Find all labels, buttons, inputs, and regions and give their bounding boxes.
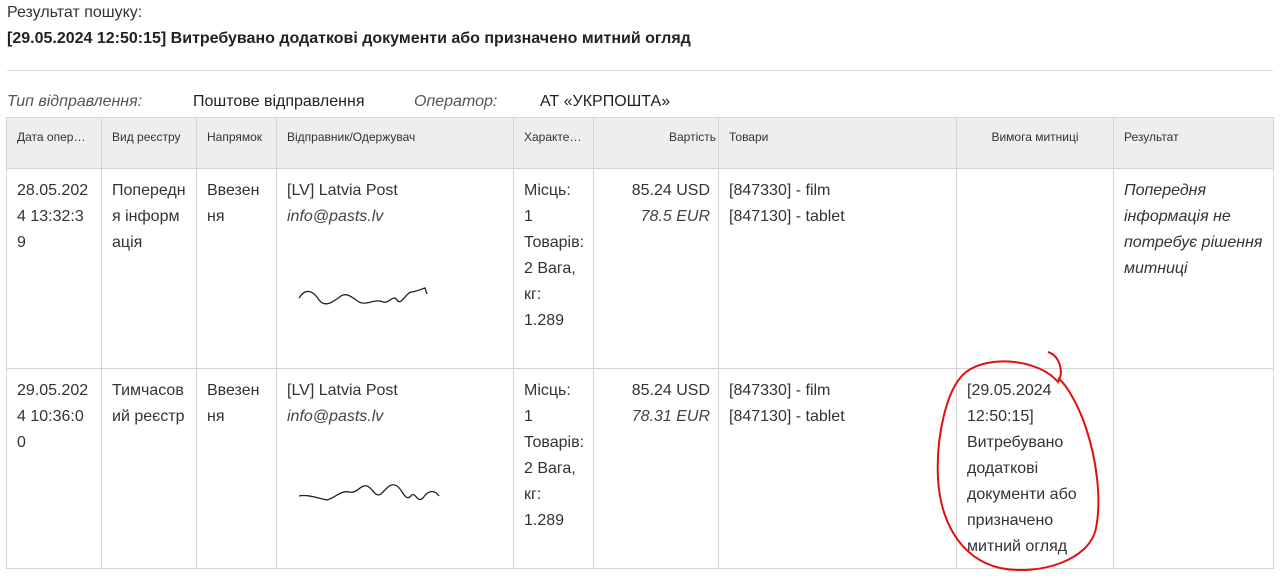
cell-value: 85.24 USD 78.5 EUR (593, 168, 719, 369)
signature-scribble (298, 484, 440, 501)
cell-value: 85.24 USD 78.31 EUR (593, 368, 719, 569)
cell-register: Попередня інформація (101, 168, 197, 369)
table-row: 29.05.2024 10:36:00 Тимчасовий реєстр Вв… (6, 368, 1274, 569)
column-header-value[interactable]: Вартість (593, 117, 719, 169)
cell-customs: [29.05.2024 12:50:15] Витребувано додатк… (956, 368, 1114, 569)
column-header-register[interactable]: Вид реєстру (101, 117, 197, 169)
column-header-goods[interactable]: Товари (718, 117, 957, 169)
value-eur: 78.31 EUR (631, 408, 710, 425)
goods-item: [847330] - film (729, 182, 831, 199)
cell-sender: [LV] Latvia Post info@pasts.lv (276, 168, 514, 369)
column-header-sender[interactable]: Відправник/Одержувач (276, 117, 514, 169)
column-header-customs[interactable]: Вимога митниці (956, 117, 1114, 169)
cell-register: Тимчасовий реєстр (101, 368, 197, 569)
column-header-date[interactable]: Дата операції (6, 117, 102, 169)
goods-item: [847330] - film (729, 382, 831, 399)
cell-result: Попередня інформація не потребує рішення… (1113, 168, 1274, 369)
goods-item: [847130] - tablet (729, 208, 845, 225)
cell-characteristics: Місць: 1 Товарів: 2 Вага, кг: 1.289 (513, 168, 594, 369)
table-header-row: Дата операції Вид реєстру Напрямок Відпр… (6, 117, 1274, 169)
sender-email: info@pasts.lv (287, 408, 384, 425)
column-header-direction[interactable]: Напрямок (196, 117, 277, 169)
cell-characteristics: Місць: 1 Товарів: 2 Вага, кг: 1.289 (513, 368, 594, 569)
value-usd: 85.24 USD (631, 182, 710, 199)
cell-direction: Ввезення (196, 368, 277, 569)
cell-date: 29.05.2024 10:36:00 (6, 368, 102, 569)
operator-value: АТ «УКРПОШТА» (540, 93, 671, 110)
signature-scribble (298, 287, 428, 305)
column-header-characteristics[interactable]: Характе… (513, 117, 594, 169)
value-eur: 78.5 EUR (640, 208, 710, 225)
value-usd: 85.24 USD (631, 382, 710, 399)
search-result-label: Результат пошуку: (7, 4, 143, 21)
operator-label: Оператор: (414, 93, 498, 110)
cell-goods: [847330] - film [847130] - tablet (718, 168, 957, 369)
sender-name: [LV] Latvia Post (287, 382, 398, 399)
sender-email: info@pasts.lv (287, 208, 384, 225)
search-result-title: [29.05.2024 12:50:15] Витребувано додатк… (7, 30, 691, 47)
cell-direction: Ввезення (196, 168, 277, 369)
shipment-type-value: Поштове відправлення (193, 93, 365, 110)
shipment-type-label: Тип відправлення: (7, 93, 143, 110)
cell-result (1113, 368, 1274, 569)
sender-name: [LV] Latvia Post (287, 182, 398, 199)
cell-date: 28.05.2024 13:32:39 (6, 168, 102, 369)
cell-sender: [LV] Latvia Post info@pasts.lv (276, 368, 514, 569)
cell-goods: [847330] - film [847130] - tablet (718, 368, 957, 569)
column-header-result[interactable]: Результат (1113, 117, 1274, 169)
cell-customs (956, 168, 1114, 369)
table-row: 28.05.2024 13:32:39 Попередня інформація… (6, 168, 1274, 369)
goods-item: [847130] - tablet (729, 408, 845, 425)
divider (7, 70, 1273, 71)
operations-table: Дата операції Вид реєстру Напрямок Відпр… (6, 117, 1274, 569)
